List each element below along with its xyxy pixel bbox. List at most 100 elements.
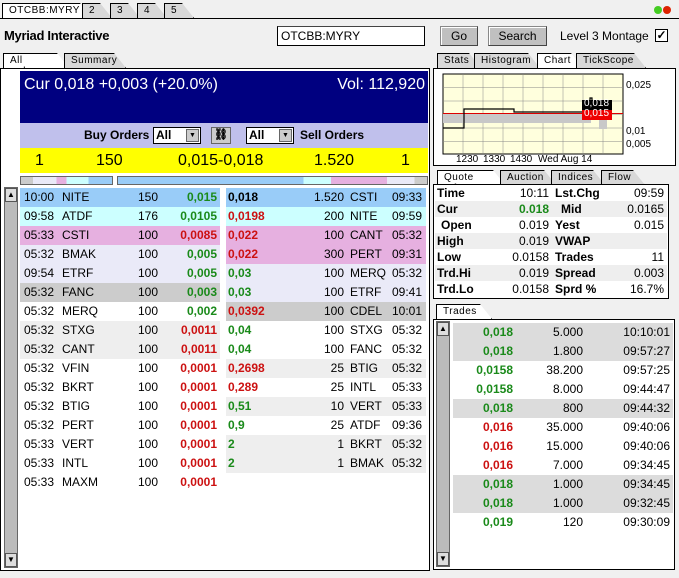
ask-row[interactable]: 0,2698 25 BTIG 05:32 — [226, 359, 426, 378]
symbol-input[interactable] — [277, 26, 425, 46]
quote-value: 0.0158 — [512, 250, 549, 264]
ask-time: 09:33 — [391, 190, 422, 204]
ask-market-maker: INTL — [350, 380, 377, 394]
tab-flow[interactable]: Flow — [601, 170, 645, 185]
ask-row[interactable]: 0,51 10 VERT 05:33 — [226, 397, 426, 416]
trade-row[interactable]: 0,016 7.000 09:34:45 — [453, 456, 673, 475]
bid-row[interactable]: 05:32 VFIN 100 0,0001 — [20, 359, 220, 378]
buy-orders-label: Buy Orders — [84, 128, 150, 142]
status-dot-green-icon[interactable] — [654, 6, 662, 14]
tab-all-orders[interactable]: All orders — [3, 53, 69, 68]
search-button[interactable]: Search — [488, 26, 547, 46]
trade-time: 09:40:06 — [623, 439, 670, 453]
x-tick: Wed Aug 14 — [538, 154, 593, 165]
bid-row[interactable]: 05:32 FANC 100 0,003 — [20, 283, 220, 302]
bid-market-maker: PERT — [62, 418, 94, 432]
ask-row[interactable]: 0,022 100 CANT 05:32 — [226, 226, 426, 245]
status-dot-red-icon[interactable] — [663, 6, 671, 14]
ask-row[interactable]: 2 1 BMAK 05:32 — [226, 454, 426, 473]
trade-row[interactable]: 0,019 120 09:30:09 — [453, 513, 673, 532]
trades-scrollbar[interactable]: ▲ ▼ — [436, 321, 450, 567]
tab-tickscope[interactable]: TickScope — [576, 53, 646, 68]
trade-row[interactable]: 0,016 35.000 09:40:06 — [453, 418, 673, 437]
trade-row[interactable]: 0,0158 8.000 09:44:47 — [453, 380, 673, 399]
yest-price-label: 0,015 — [584, 108, 610, 119]
summary-header: Cur 0,018 +0,003 (+20.0%) Vol: 112,920 — [20, 71, 428, 123]
trade-row[interactable]: 0,018 1.000 09:32:45 — [453, 494, 673, 513]
bid-row[interactable]: 10:00 NITE 150 0,015 — [20, 188, 220, 207]
ask-row[interactable]: 0,04 100 FANC 05:32 — [226, 340, 426, 359]
quote-value: 0.019 — [518, 218, 549, 232]
bid-row[interactable]: 05:33 VERT 100 0,0001 — [20, 435, 220, 454]
quote-row: Trd.Hi 0.019 Spread 0.003 — [435, 265, 667, 281]
ask-row[interactable]: 0,018 1.520 CSTI 09:33 — [226, 188, 426, 207]
bid-row[interactable]: 05:33 CSTI 100 0,0085 — [20, 226, 220, 245]
tab-indices[interactable]: Indices — [551, 170, 605, 185]
scroll-up-icon[interactable]: ▲ — [437, 322, 449, 336]
bid-row[interactable]: 05:32 CANT 100 0,0011 — [20, 340, 220, 359]
ask-market-maker: CSTI — [350, 190, 378, 204]
trade-row[interactable]: 0,018 1.000 09:34:45 — [453, 475, 673, 494]
tab-3[interactable]: 3 — [110, 3, 140, 18]
bid-size: 100 — [137, 399, 158, 413]
level3-checkbox[interactable]: ✓ — [655, 29, 668, 42]
trade-row[interactable]: 0,016 15.000 09:40:06 — [453, 437, 673, 456]
scroll-down-icon[interactable]: ▼ — [437, 552, 449, 566]
ask-row[interactable]: 0,0392 100 CDEL 10:01 — [226, 302, 426, 321]
tab-otcbb-myry[interactable]: OTCBB:MYRY — [2, 3, 92, 18]
tab-histogram[interactable]: Histogram — [474, 53, 540, 68]
ask-price: 2 — [228, 456, 235, 470]
bid-size: 100 — [137, 456, 158, 470]
ask-market-maker: PERT — [350, 247, 382, 261]
tab-quote-info[interactable]: Quote Info — [437, 170, 505, 185]
ask-row[interactable]: 0,9 25 ATDF 09:36 — [226, 416, 426, 435]
tab-summary[interactable]: Summary — [64, 53, 126, 68]
order-book-scrollbar[interactable]: ▲ ▼ — [4, 187, 18, 568]
bid-size: 100 — [137, 475, 158, 489]
ask-size: 25 — [330, 418, 344, 432]
quote-row: Time 10:11 Lst.Chg 09:59 — [435, 185, 667, 201]
ask-row[interactable]: 0,03 100 MERQ 05:32 — [226, 264, 426, 283]
bid-market-maker: MAXM — [62, 475, 98, 489]
go-button[interactable]: Go — [440, 26, 478, 46]
bid-row[interactable]: 05:32 PERT 100 0,0001 — [20, 416, 220, 435]
ask-row[interactable]: 0,0198 200 NITE 09:59 — [226, 207, 426, 226]
quote-label: Trd.Hi — [437, 266, 472, 280]
bid-row[interactable]: 05:32 MERQ 100 0,002 — [20, 302, 220, 321]
tab-2[interactable]: 2 — [82, 3, 112, 18]
quote-value: 10:11 — [519, 186, 549, 200]
bid-row[interactable]: 05:32 STXG 100 0,0011 — [20, 321, 220, 340]
tab-5[interactable]: 5 — [164, 3, 194, 18]
bid-count: 1 — [35, 152, 44, 169]
ask-time: 05:33 — [391, 399, 422, 413]
scroll-down-icon[interactable]: ▼ — [5, 553, 17, 567]
ask-row[interactable]: 0,289 25 INTL 05:33 — [226, 378, 426, 397]
trade-row[interactable]: 0,0158 38.200 09:57:25 — [453, 361, 673, 380]
tab-4[interactable]: 4 — [137, 3, 167, 18]
ask-row[interactable]: 2 1 BKRT 05:32 — [226, 435, 426, 454]
bid-size: 100 — [137, 228, 158, 242]
tab-trades[interactable]: Trades — [436, 304, 492, 319]
sell-filter-select[interactable]: All ▼ — [246, 127, 294, 144]
bid-size: 100 — [137, 437, 158, 451]
tab-auction[interactable]: Auction — [500, 170, 556, 185]
trade-row[interactable]: 0,018 5.000 10:10:01 — [453, 323, 673, 342]
link-icon[interactable]: ⛓ — [211, 127, 231, 144]
ask-row[interactable]: 0,04 100 STXG 05:32 — [226, 321, 426, 340]
trade-row[interactable]: 0,018 800 09:44:32 — [453, 399, 673, 418]
scroll-up-icon[interactable]: ▲ — [5, 188, 17, 202]
ask-row[interactable]: 0,03 100 ETRF 09:41 — [226, 283, 426, 302]
trade-row[interactable]: 0,018 1.800 09:57:27 — [453, 342, 673, 361]
bid-row[interactable]: 05:32 BMAK 100 0,005 — [20, 245, 220, 264]
bid-row[interactable]: 09:58 ATDF 176 0,0105 — [20, 207, 220, 226]
ask-price: 0,2698 — [228, 361, 265, 375]
trade-price: 0,019 — [482, 515, 513, 529]
trade-time: 09:44:32 — [623, 401, 670, 415]
bid-row[interactable]: 05:33 INTL 100 0,0001 — [20, 454, 220, 473]
bid-row[interactable]: 05:32 BKRT 100 0,0001 — [20, 378, 220, 397]
bid-row[interactable]: 05:32 BTIG 100 0,0001 — [20, 397, 220, 416]
buy-filter-select[interactable]: All ▼ — [153, 127, 201, 144]
bid-row[interactable]: 09:54 ETRF 100 0,005 — [20, 264, 220, 283]
bid-row[interactable]: 05:33 MAXM 100 0,0001 — [20, 473, 220, 492]
ask-row[interactable]: 0,022 300 PERT 09:31 — [226, 245, 426, 264]
